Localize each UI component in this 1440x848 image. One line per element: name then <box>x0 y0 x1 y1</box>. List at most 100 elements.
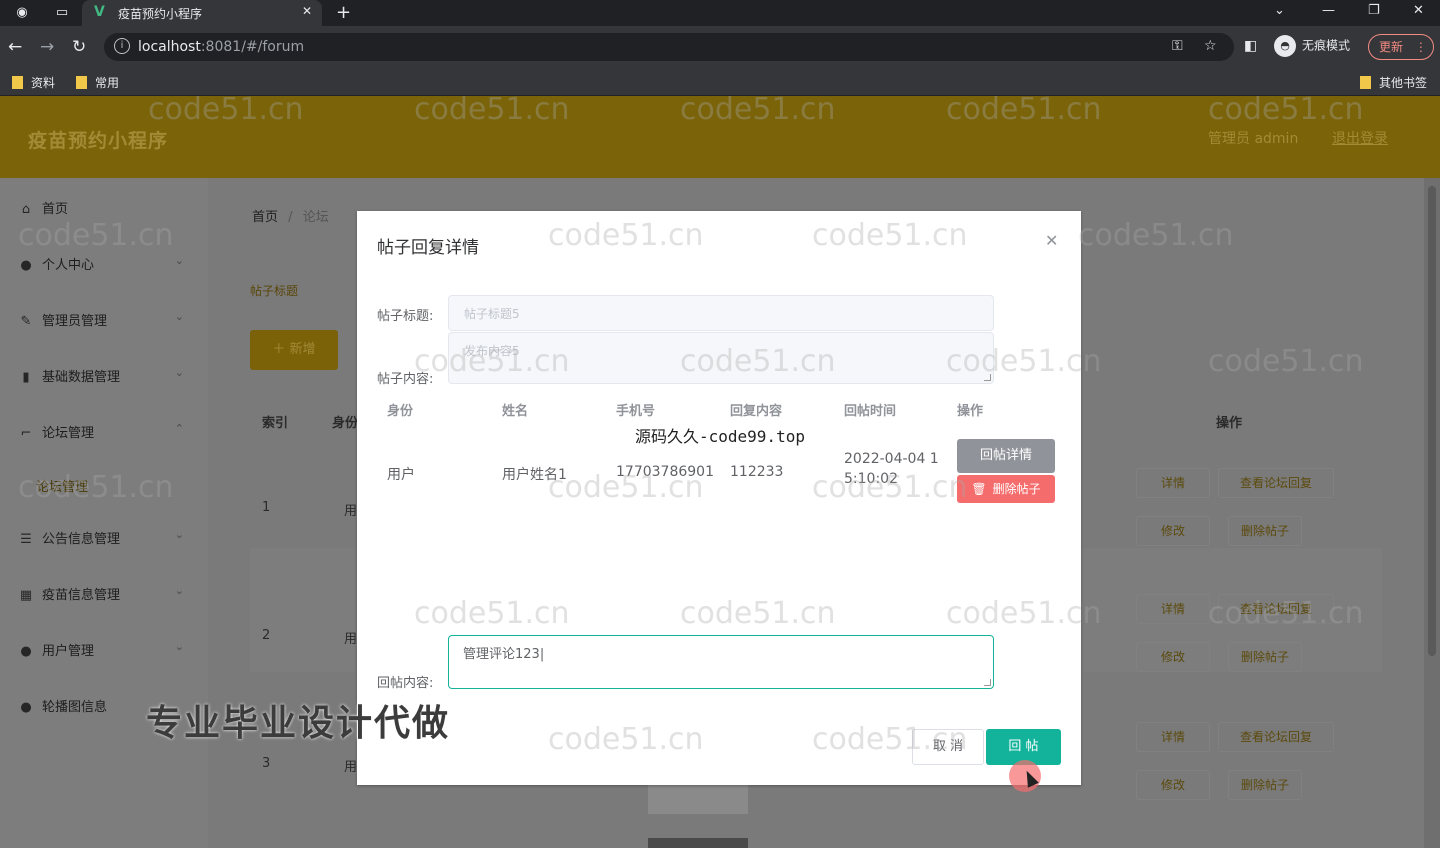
reply-cell-phone: 17703786901 <box>616 464 714 480</box>
row-view-replies-button[interactable]: 查看论坛回复 <box>1218 594 1334 624</box>
row-delete-button[interactable]: 删除帖子 <box>1228 770 1302 800</box>
chevron-up-icon: ⌃ <box>174 422 184 435</box>
sidebar-item-profile[interactable]: ● 个人中心 ⌄ <box>18 254 194 276</box>
row-view-replies-button[interactable]: 查看论坛回复 <box>1218 722 1334 752</box>
tab-search-icon[interactable]: ▭ <box>52 4 72 22</box>
sidebar-item-users[interactable]: ● 用户管理 ⌄ <box>18 640 194 662</box>
reply-column-actions: 操作 <box>957 404 984 419</box>
post-title-field[interactable]: 帖子标题5 <box>448 295 994 331</box>
row-detail-button[interactable]: 详情 <box>1136 722 1210 752</box>
app-header: 疫苗预约小程序 管理员 admin 退出登录 <box>0 96 1440 178</box>
chevron-down-icon: ⌄ <box>174 254 184 267</box>
new-tab-button[interactable]: + <box>336 2 351 23</box>
column-header-actions: 操作 <box>1216 416 1243 431</box>
reply-detail-button[interactable]: 回帖详情 <box>957 439 1055 473</box>
reply-content-label: 回帖内容: <box>377 676 434 691</box>
sidebar-item-home[interactable]: ⌂ 首页 <box>18 198 194 220</box>
tab-list-icon[interactable]: ⌄ <box>1274 3 1285 18</box>
user-icon: ● <box>20 644 32 659</box>
row-image-thumbnail <box>648 784 748 814</box>
bookmark-folder-1[interactable]: 资料 <box>12 74 55 91</box>
row-edit-button[interactable]: 修改 <box>1136 770 1210 800</box>
close-icon[interactable]: ✕ <box>1045 231 1058 250</box>
column-header-role: 身份 <box>332 416 359 431</box>
vue-logo-icon: V <box>94 4 105 20</box>
resize-handle-icon[interactable] <box>984 374 991 381</box>
reply-cell-name: 用户姓名1 <box>502 467 567 483</box>
trash-icon: 🗑 <box>971 482 987 496</box>
address-toolbar: ← → ↻ i localhost:8081/#/forum ⚿ ☆ ◧ ◓ 无痕… <box>0 26 1440 68</box>
reply-cell-time: 2022-04-04 1 5:10:02 <box>844 451 939 487</box>
column-header-index: 索引 <box>262 416 289 431</box>
sidebar-subitem-forum[interactable]: 论坛管理 <box>36 476 88 495</box>
table-row-index: 3 <box>262 756 271 771</box>
breadcrumb: 首页 / 论坛 <box>252 206 329 225</box>
back-icon[interactable]: ← <box>8 37 22 57</box>
bookmark-star-icon[interactable]: ☆ <box>1204 38 1217 54</box>
table-row-role: 用 <box>344 760 358 775</box>
add-button[interactable]: ＋ 新增 <box>250 330 338 370</box>
post-title-label: 帖子标题: <box>377 309 434 324</box>
forward-icon[interactable]: → <box>40 37 54 57</box>
post-content-field[interactable]: 发布内容5 <box>448 332 994 384</box>
row-detail-button[interactable]: 详情 <box>1136 594 1210 624</box>
restore-icon[interactable]: ❐ <box>1368 3 1380 18</box>
source-watermark-text: 源码久久-code99.top <box>635 427 805 446</box>
chrome-menu-icon[interactable]: ◉ <box>12 4 32 22</box>
home-icon: ⌂ <box>21 202 31 217</box>
row-detail-button[interactable]: 详情 <box>1136 468 1210 498</box>
row-edit-button[interactable]: 修改 <box>1136 642 1210 672</box>
logout-link[interactable]: 退出登录 <box>1332 128 1388 148</box>
other-bookmarks[interactable]: 其他书签 <box>1360 74 1427 91</box>
scrollbar-thumb[interactable] <box>1428 186 1436 656</box>
sidebar-item-vaccines[interactable]: ▦ 疫苗信息管理 ⌄ <box>18 584 194 606</box>
page-scrollbar[interactable] <box>1424 178 1440 848</box>
row-delete-button[interactable]: 删除帖子 <box>1228 516 1302 546</box>
table-row-role: 用 <box>344 632 358 647</box>
tab-close-icon[interactable]: ✕ <box>302 4 312 18</box>
resize-handle-icon[interactable] <box>984 679 991 686</box>
url-bar[interactable]: i localhost:8081/#/forum ⚿ ☆ <box>104 33 1234 61</box>
list-icon: ☰ <box>20 532 32 547</box>
breadcrumb-current: 论坛 <box>302 210 329 225</box>
folder-icon <box>76 76 87 89</box>
minimize-icon[interactable]: — <box>1322 3 1335 18</box>
reply-time-line-2: 5:10:02 <box>844 471 898 487</box>
folder-icon <box>12 76 23 89</box>
reply-column-time: 回帖时间 <box>844 404 897 419</box>
bookmarks-bar: 资料 常用 其他书签 <box>0 68 1440 96</box>
incognito-indicator[interactable]: ◓ 无痕模式 <box>1274 35 1350 57</box>
reply-column-content: 回复内容 <box>730 404 783 419</box>
sidebar-item-base-data[interactable]: ▮ 基础数据管理 ⌄ <box>18 366 194 388</box>
user-icon: ● <box>20 258 32 273</box>
reply-cell-role: 用户 <box>387 467 415 483</box>
sidebar-item-forum[interactable]: ⌐ 论坛管理 ⌃ <box>18 422 194 444</box>
incognito-icon: ◓ <box>1274 35 1296 57</box>
row-delete-button[interactable]: 删除帖子 <box>1228 642 1302 672</box>
close-window-icon[interactable]: ✕ <box>1413 3 1424 18</box>
reply-time-line-1: 2022-04-04 1 <box>844 451 939 467</box>
side-panel-icon[interactable]: ◧ <box>1244 38 1257 54</box>
browser-tab[interactable]: V 疫苗预约小程序 ✕ <box>82 0 322 26</box>
sidebar-item-notices[interactable]: ☰ 公告信息管理 ⌄ <box>18 528 194 550</box>
chevron-down-icon: ⌄ <box>174 366 184 379</box>
site-info-icon[interactable]: i <box>114 38 130 54</box>
reply-delete-button[interactable]: 🗑 删除帖子 <box>957 475 1055 503</box>
key-icon[interactable]: ⚿ <box>1172 38 1183 54</box>
table-row-role: 用 <box>344 504 358 519</box>
cancel-button[interactable]: 取 消 <box>912 729 984 765</box>
browser-tab-bar: ◉ ▭ V 疫苗预约小程序 ✕ + ⌄ — ❐ ✕ <box>0 0 1440 26</box>
reload-icon[interactable]: ↻ <box>72 37 86 57</box>
chevron-down-icon: ⌄ <box>174 584 184 597</box>
reply-content-input[interactable]: 管理评论123| <box>448 635 994 689</box>
bookmark-folder-2[interactable]: 常用 <box>76 74 119 91</box>
admin-label: 管理员 admin <box>1208 131 1299 147</box>
reply-column-phone: 手机号 <box>616 404 656 419</box>
update-button[interactable]: 更新 ⋮ <box>1368 34 1434 60</box>
crop-icon: ⌐ <box>20 426 32 441</box>
sidebar: ⌂ 首页 ● 个人中心 ⌄ ✎ 管理员管理 ⌄ ▮ 基础数据管理 ⌄ ⌐ 论坛管理 ⌃ 论坛管理 … <box>0 178 208 848</box>
sidebar-item-admins[interactable]: ✎ 管理员管理 ⌄ <box>18 310 194 332</box>
row-edit-button[interactable]: 修改 <box>1136 516 1210 546</box>
row-view-replies-button[interactable]: 查看论坛回复 <box>1218 468 1334 498</box>
breadcrumb-home[interactable]: 首页 <box>252 210 278 225</box>
